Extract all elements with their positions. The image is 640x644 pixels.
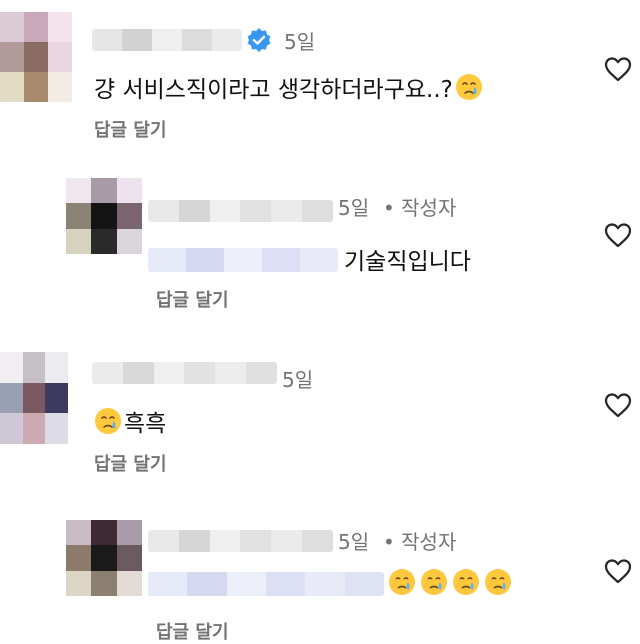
reply-button[interactable]: 답글 달기 <box>156 618 229 644</box>
reply-button[interactable]: 답글 달기 <box>94 116 167 142</box>
comment-text-content: 흑흑 <box>124 411 167 437</box>
author-badge: • 작성자 <box>383 196 457 220</box>
crying-face-icon <box>389 569 415 595</box>
comment-text: 걍 서비스직이라고 생각하더라구요..? <box>94 70 483 104</box>
comment-time[interactable]: 5일 <box>284 26 315 55</box>
avatar[interactable] <box>0 12 72 102</box>
username-redacted[interactable] <box>148 530 333 552</box>
username-redacted[interactable] <box>92 362 277 384</box>
crying-face-icon <box>421 569 447 595</box>
reply-button[interactable]: 답글 달기 <box>156 286 229 312</box>
comment-2: 5일 • 작성자 기술직입니다 답글 달기 <box>0 170 640 320</box>
author-badge: • 작성자 <box>383 530 457 554</box>
reply-button[interactable]: 답글 달기 <box>94 450 167 476</box>
avatar[interactable] <box>0 352 68 444</box>
comment-time[interactable]: 5일 <box>338 192 369 221</box>
username-redacted[interactable] <box>92 29 242 51</box>
comment-4: 5일 • 작성자 답글 달기 <box>0 510 640 643</box>
mention-redacted[interactable] <box>148 248 338 272</box>
verified-badge-icon <box>247 28 271 52</box>
heart-outline-icon[interactable] <box>604 222 632 248</box>
heart-outline-icon[interactable] <box>604 558 632 584</box>
comment-time[interactable]: 5일 <box>338 526 369 555</box>
comment-text-content: 걍 서비스직이라고 생각하더라구요..? <box>94 77 453 103</box>
avatar[interactable] <box>66 178 142 254</box>
crying-face-icon <box>455 74 482 100</box>
crying-face-icon <box>453 569 479 595</box>
comment-text: 기술직입니다 <box>344 249 471 275</box>
mention-redacted[interactable] <box>148 572 384 596</box>
heart-outline-icon[interactable] <box>604 392 632 418</box>
comment-1: 5일 걍 서비스직이라고 생각하더라구요..? 답글 달기 <box>0 0 640 150</box>
crying-face-icon <box>485 569 511 595</box>
comment-time[interactable]: 5일 <box>282 364 313 393</box>
comment-3: 5일 흑흑 답글 달기 <box>0 340 640 490</box>
username-redacted[interactable] <box>148 200 333 222</box>
crying-face-icon <box>95 408 121 434</box>
comment-text: 흑흑 <box>94 404 166 438</box>
comment-emojis <box>388 568 512 596</box>
heart-outline-icon[interactable] <box>604 56 632 82</box>
avatar[interactable] <box>66 520 142 596</box>
